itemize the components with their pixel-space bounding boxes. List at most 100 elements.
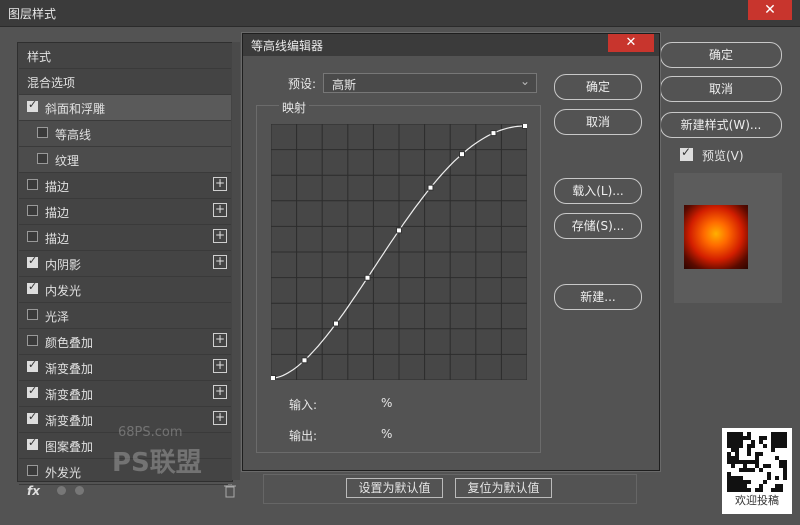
effect-label: 渐变叠加 bbox=[45, 414, 94, 428]
bottom-button-area bbox=[263, 474, 637, 504]
effects-list-item[interactable]: 颜色叠加 + bbox=[19, 329, 231, 355]
effect-checkbox[interactable] bbox=[27, 465, 38, 476]
effect-checkbox[interactable] bbox=[27, 98, 38, 112]
effects-list-item[interactable]: 内阴影 + bbox=[19, 251, 231, 277]
close-icon: ✕ bbox=[625, 35, 637, 50]
curve-control-point[interactable] bbox=[271, 375, 276, 381]
effects-list-item[interactable]: 纹理 bbox=[19, 147, 231, 173]
contour-editor-dialog: 等高线编辑器 ✕ 预设: 高斯 ⌄ 映射 输入: % 输出: % 确定 取消 载… bbox=[242, 33, 660, 471]
close-icon: ✕ bbox=[764, 2, 776, 18]
effect-label: 描边 bbox=[45, 232, 70, 246]
effect-label: 外发光 bbox=[45, 466, 82, 480]
preset-select[interactable]: 高斯 ⌄ bbox=[323, 73, 537, 93]
new-button[interactable]: 新建... bbox=[554, 284, 642, 310]
add-effect-icon[interactable]: + bbox=[213, 255, 227, 269]
effect-label: 样式 bbox=[27, 50, 52, 64]
add-effect-icon[interactable]: + bbox=[213, 359, 227, 373]
effects-toolbar: fx bbox=[17, 480, 247, 504]
qr-code-icon bbox=[727, 432, 787, 492]
effect-label: 渐变叠加 bbox=[45, 388, 94, 402]
effects-list-item[interactable]: 描边 + bbox=[19, 225, 231, 251]
reset-default-button[interactable]: 复位为默认值 bbox=[455, 478, 552, 498]
input-label: 输入: bbox=[289, 398, 318, 412]
preview-checkbox[interactable]: ✓ bbox=[680, 145, 693, 161]
set-default-button[interactable]: 设置为默认值 bbox=[346, 478, 443, 498]
effects-list-item[interactable]: 描边 + bbox=[19, 173, 231, 199]
effect-label: 颜色叠加 bbox=[45, 336, 94, 350]
curve-control-point[interactable] bbox=[459, 151, 465, 158]
style-preview bbox=[674, 173, 782, 303]
fx-button[interactable]: fx bbox=[27, 484, 40, 498]
effects-list-item[interactable]: 光泽 bbox=[19, 303, 231, 329]
new-style-button[interactable]: 新建样式(W)... bbox=[660, 112, 782, 138]
load-button[interactable]: 载入(L)... bbox=[554, 178, 642, 204]
curve-control-point[interactable] bbox=[396, 227, 402, 234]
effects-list-item[interactable]: 样式 bbox=[19, 43, 231, 69]
effects-list-item[interactable]: 混合选项 bbox=[19, 69, 231, 95]
effect-label: 斜面和浮雕 bbox=[45, 102, 106, 116]
save-button[interactable]: 存储(S)... bbox=[554, 213, 642, 239]
effect-checkbox[interactable] bbox=[27, 410, 38, 424]
effects-list-item[interactable]: 斜面和浮雕 bbox=[19, 95, 231, 121]
effect-label: 内阴影 bbox=[45, 258, 82, 272]
effect-checkbox[interactable] bbox=[37, 153, 48, 164]
effect-label: 纹理 bbox=[55, 154, 80, 168]
effect-label: 渐变叠加 bbox=[45, 362, 94, 376]
add-effect-icon[interactable]: + bbox=[213, 229, 227, 243]
effect-checkbox[interactable] bbox=[27, 254, 38, 268]
ok-button[interactable]: 确定 bbox=[660, 42, 782, 68]
effect-label: 混合选项 bbox=[27, 76, 76, 90]
curve-control-point[interactable] bbox=[301, 357, 308, 364]
effect-checkbox[interactable] bbox=[27, 335, 38, 346]
effect-label: 描边 bbox=[45, 180, 70, 194]
submit-label: 欢迎投稿 bbox=[735, 494, 779, 507]
move-up-icon[interactable] bbox=[57, 486, 66, 495]
effect-label: 描边 bbox=[45, 206, 70, 220]
effect-label: 图案叠加 bbox=[45, 440, 94, 454]
effects-list-item[interactable]: 渐变叠加 + bbox=[19, 355, 231, 381]
effects-list: 样式混合选项斜面和浮雕等高线纹理描边+描边+描边+内阴影+内发光光泽颜色叠加+渐… bbox=[17, 42, 233, 485]
effects-list-item[interactable]: 渐变叠加 + bbox=[19, 381, 231, 407]
window-titlebar: 图层样式 bbox=[0, 0, 800, 27]
contour-curve-graph[interactable] bbox=[271, 124, 527, 380]
effect-checkbox[interactable] bbox=[37, 127, 48, 138]
contour-cancel-button[interactable]: 取消 bbox=[554, 109, 642, 135]
contour-close-button[interactable]: ✕ bbox=[608, 34, 654, 52]
effect-checkbox[interactable] bbox=[27, 309, 38, 320]
add-effect-icon[interactable]: + bbox=[213, 203, 227, 217]
preset-value: 高斯 bbox=[332, 78, 357, 92]
cancel-button[interactable]: 取消 bbox=[660, 76, 782, 102]
effect-checkbox[interactable] bbox=[27, 205, 38, 216]
output-percent: % bbox=[381, 427, 393, 441]
move-down-icon[interactable] bbox=[75, 486, 84, 495]
add-effect-icon[interactable]: + bbox=[213, 385, 227, 399]
add-effect-icon[interactable]: + bbox=[213, 333, 227, 347]
effects-list-item[interactable]: 内发光 bbox=[19, 277, 231, 303]
input-percent: % bbox=[381, 396, 393, 410]
preset-label: 预设: bbox=[288, 77, 317, 91]
effect-checkbox[interactable] bbox=[27, 179, 38, 190]
preview-label: 预览(V) bbox=[702, 149, 744, 163]
effect-label: 光泽 bbox=[45, 310, 70, 324]
effects-list-scrollbar[interactable] bbox=[232, 42, 240, 480]
curve-control-point[interactable] bbox=[490, 130, 497, 137]
effect-checkbox[interactable] bbox=[27, 384, 38, 398]
curve-control-point[interactable] bbox=[427, 184, 434, 191]
effects-list-item[interactable]: 描边 + bbox=[19, 199, 231, 225]
effect-label: 内发光 bbox=[45, 284, 82, 298]
curve-control-point[interactable] bbox=[522, 124, 528, 129]
effect-checkbox[interactable] bbox=[27, 280, 38, 294]
effects-list-item[interactable]: 等高线 bbox=[19, 121, 231, 147]
close-button[interactable]: ✕ bbox=[748, 0, 792, 20]
add-effect-icon[interactable]: + bbox=[213, 177, 227, 191]
qr-code-panel: 欢迎投稿 bbox=[722, 428, 792, 514]
trash-icon[interactable] bbox=[224, 484, 236, 498]
effect-checkbox[interactable] bbox=[27, 436, 38, 450]
window-title: 图层样式 bbox=[8, 7, 57, 21]
curve-control-point[interactable] bbox=[364, 274, 371, 281]
curve-control-point[interactable] bbox=[333, 320, 339, 327]
contour-ok-button[interactable]: 确定 bbox=[554, 74, 642, 100]
effect-checkbox[interactable] bbox=[27, 231, 38, 242]
add-effect-icon[interactable]: + bbox=[213, 411, 227, 425]
effect-checkbox[interactable] bbox=[27, 358, 38, 372]
